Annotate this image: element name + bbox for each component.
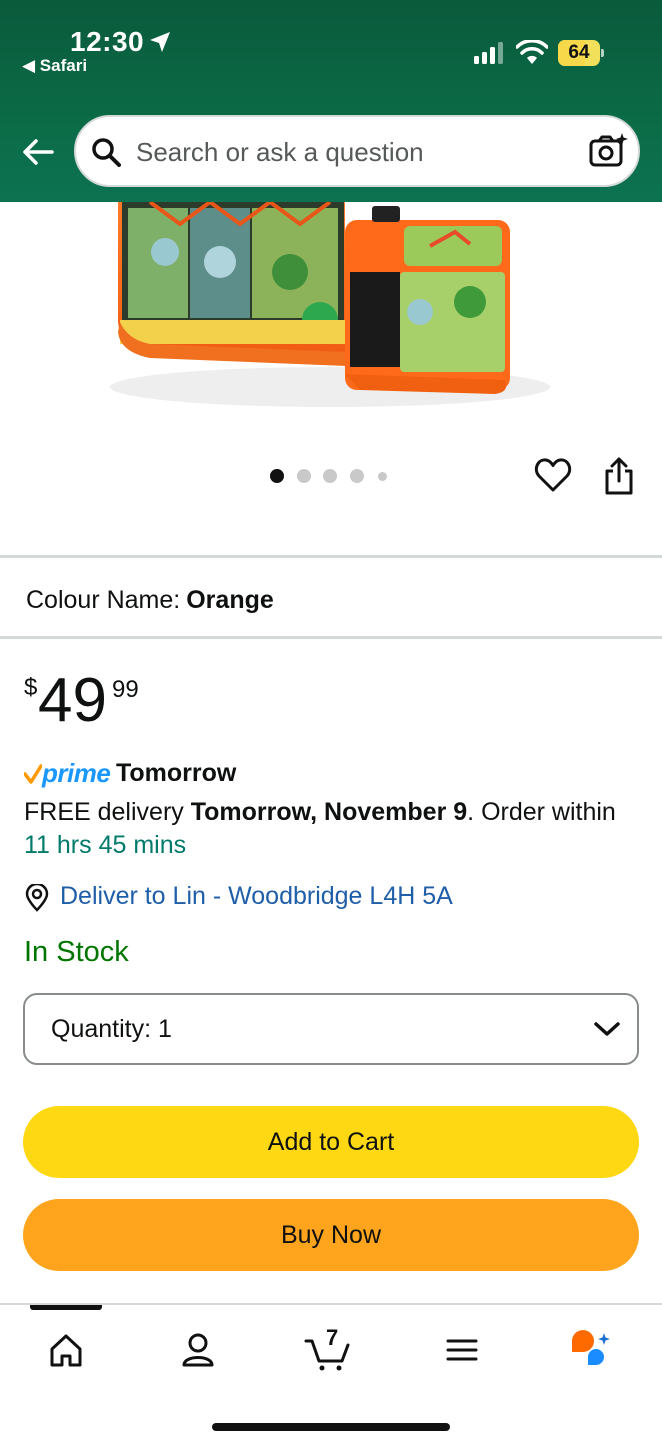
price-currency: $ <box>24 674 38 701</box>
delivery-date: Tomorrow, November 9 <box>190 798 468 826</box>
search-input[interactable] <box>136 129 566 175</box>
carousel-dot[interactable] <box>323 469 337 483</box>
prime-check-icon <box>24 764 42 784</box>
prime-delivery-day: Tomorrow <box>116 759 237 787</box>
colour-name-row: Colour Name: Orange <box>26 586 274 615</box>
bottom-nav: 7 <box>0 1303 662 1440</box>
carousel-dot[interactable] <box>350 469 364 483</box>
quantity-select[interactable]: Quantity: 1 <box>23 993 639 1065</box>
section-divider <box>0 636 662 639</box>
cellular-signal-icon <box>474 42 503 64</box>
product-photo <box>110 202 550 407</box>
delivery-message: FREE delivery Tomorrow, November 9. Orde… <box>24 796 624 862</box>
deliver-to-link[interactable]: Deliver to Lin - Woodbridge L4H 5A <box>60 882 453 911</box>
battery-level: 64 <box>568 42 590 63</box>
prime-badge-row: prime Tomorrow <box>24 758 424 790</box>
home-indicator <box>212 1423 450 1431</box>
status-time: 12:30 <box>70 26 145 57</box>
battery-indicator: 64 <box>558 40 604 66</box>
stock-status: In Stock <box>24 936 129 968</box>
back-to-safari[interactable]: ◀ Safari <box>22 56 87 76</box>
active-tab-indicator <box>30 1305 102 1310</box>
quantity-label: Quantity: <box>51 1015 152 1043</box>
heart-icon[interactable] <box>534 456 572 494</box>
arrow-left-icon[interactable] <box>18 132 58 172</box>
buy-now-button[interactable]: Buy Now <box>23 1199 639 1271</box>
share-icon[interactable] <box>602 456 636 496</box>
image-carousel-dots[interactable] <box>270 469 400 485</box>
carousel-dot[interactable] <box>297 469 311 483</box>
order-within-text: . Order within <box>467 798 616 826</box>
rufus-icon[interactable] <box>564 1325 624 1375</box>
camera-sparkle-icon[interactable] <box>588 131 628 171</box>
quantity-display: Quantity: 1 <box>51 1015 172 1044</box>
wifi-icon <box>516 40 548 64</box>
delivery-countdown: 11 hrs 45 mins <box>24 831 187 859</box>
location-arrow-icon <box>150 32 170 52</box>
search-bar[interactable] <box>74 115 640 187</box>
section-divider <box>0 555 662 558</box>
menu-icon[interactable] <box>432 1325 492 1375</box>
search-icon <box>92 138 121 167</box>
home-icon[interactable] <box>36 1325 96 1375</box>
price-fraction: 99 <box>112 676 139 703</box>
quantity-value: 1 <box>158 1015 172 1043</box>
prime-logo: prime <box>42 758 111 788</box>
account-icon[interactable] <box>168 1325 228 1375</box>
price-whole: 49 <box>38 666 107 735</box>
cart-nav[interactable]: 7 <box>300 1325 360 1375</box>
carousel-dot[interactable] <box>378 472 387 481</box>
app-header: 12:30 ◀ Safari 64 <box>0 0 662 202</box>
location-pin-icon <box>25 884 49 912</box>
chevron-down-icon <box>594 1022 620 1036</box>
colour-value: Orange <box>186 586 274 614</box>
product-image[interactable] <box>0 202 662 432</box>
cart-count-badge: 7 <box>326 1325 339 1350</box>
add-to-cart-button[interactable]: Add to Cart <box>23 1106 639 1178</box>
colour-label: Colour Name: <box>26 586 181 614</box>
free-delivery-text: FREE delivery <box>24 798 191 826</box>
carousel-dot-active[interactable] <box>270 469 284 483</box>
